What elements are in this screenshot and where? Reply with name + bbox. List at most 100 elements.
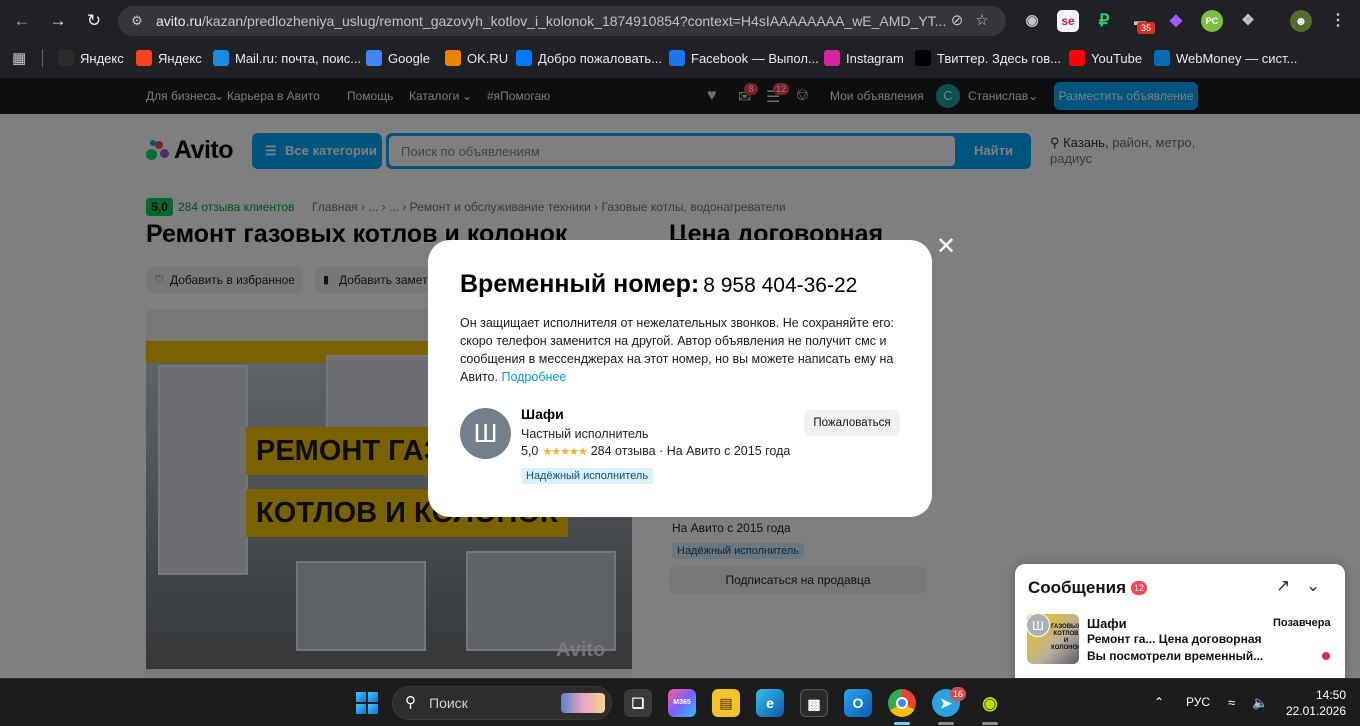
url-host: avito.ru: [156, 13, 202, 29]
se-extension-icon[interactable]: se: [1057, 10, 1079, 32]
bookmark-item[interactable]: Facebook — Выпол...: [669, 49, 819, 67]
tray-chevron-up-icon[interactable]: ⌃: [1154, 695, 1164, 709]
bookmark-label: Mail.ru: почта, поис...: [235, 50, 362, 66]
taskbar-search[interactable]: ⚲ Поиск: [392, 686, 612, 720]
messages-count-badge: 12: [1131, 581, 1148, 595]
volume-icon[interactable]: 🔈: [1252, 695, 1268, 711]
more-info-link[interactable]: Подробнее: [501, 370, 566, 384]
chevron-down-icon[interactable]: ⌄: [1306, 576, 1320, 596]
instagram-icon: [824, 50, 840, 66]
message-thumbnail-text: ГАЗОВЫХ КОТЛОВ И КОЛОНОК: [1051, 624, 1079, 651]
chrome-menu-icon[interactable]: ⋮: [1327, 10, 1349, 32]
chrome-active-indicator: [894, 722, 910, 725]
youtube-icon: [1069, 50, 1085, 66]
temp-phone-number[interactable]: 8 958 404-36-22: [703, 274, 857, 297]
extension-badge: 35: [1137, 22, 1155, 34]
google-icon: [366, 50, 382, 66]
bookmark-item[interactable]: OK.RU: [445, 49, 508, 67]
url-text[interactable]: avito.ru/kazan/predlozheniya_uslug/remon…: [156, 13, 948, 29]
bookmark-label: Твиттер. Здесь гов...: [937, 50, 1061, 66]
bookmark-label: YouTube: [1091, 50, 1143, 66]
ok-icon: [445, 50, 461, 66]
vk-icon: [516, 50, 532, 66]
windows-taskbar: ⚲ Поиск ❏ M365 ▤ e ▩ O ➤ 16 ◉ ⌃ РУС ≈ 🔈 1…: [0, 678, 1360, 726]
wifi-icon[interactable]: ≈: [1228, 695, 1235, 710]
bookmark-label: WebMoney — сист...: [1176, 50, 1298, 66]
system-clock[interactable]: 14:50 22.01.2026: [1282, 687, 1346, 719]
bookmark-item[interactable]: YouTube: [1069, 49, 1142, 67]
browser-toolbar: ← → ↻ ⚙ avito.ru/kazan/predlozheniya_usl…: [0, 0, 1360, 42]
site-settings-icon[interactable]: ⚙: [128, 12, 146, 30]
messages-title: Сообщения: [1028, 578, 1126, 597]
input-language[interactable]: РУС: [1186, 695, 1210, 709]
bookmark-label: Добро пожаловать...: [538, 50, 662, 66]
webmoney-icon: [1154, 50, 1170, 66]
star-rating-icon: ★★★★★: [542, 446, 587, 458]
message-avatar: Ш: [1026, 613, 1050, 637]
reload-icon[interactable]: ↻: [80, 8, 108, 34]
pc-extension-icon[interactable]: PC: [1201, 10, 1223, 32]
bookmark-label: OK.RU: [467, 50, 509, 66]
message-subject[interactable]: Ремонт га... Цена договорная: [1087, 632, 1277, 646]
forward-icon[interactable]: →: [44, 8, 72, 34]
back-icon[interactable]: ←: [8, 8, 36, 34]
message-sender[interactable]: Шафи: [1087, 616, 1127, 631]
bookmark-item[interactable]: Твиттер. Здесь гов...: [915, 49, 1061, 67]
app-active-indicator: [982, 722, 998, 725]
bookmark-item[interactable]: Google: [366, 49, 430, 67]
x-icon: [915, 50, 931, 66]
seller-reviews[interactable]: 284 отзыва · На Авито с 2015 года: [591, 444, 791, 458]
message-date: Позавчера: [1273, 617, 1331, 629]
modal-reliable-badge-label: Надёжный исполнитель: [521, 468, 654, 484]
telegram-active-indicator: [938, 722, 954, 725]
seller-rating: 5,0: [521, 444, 539, 458]
modal-heading: Временный номер: 8 958 404-36-22: [460, 270, 857, 299]
clock-time: 14:50: [1315, 688, 1346, 702]
bookmark-label: Instagram: [846, 50, 904, 66]
bookmark-label: Facebook — Выпол...: [691, 50, 819, 66]
address-bar[interactable]: ⚙ avito.ru/kazan/predlozheniya_uslug/rem…: [118, 6, 1006, 36]
bookmark-item[interactable]: Яндекс: [136, 49, 202, 67]
profile-avatar-icon[interactable]: ☻: [1290, 10, 1312, 32]
complain-button[interactable]: Пожаловаться: [804, 410, 900, 436]
bookmark-label: Google: [388, 50, 430, 66]
seller-avatar[interactable]: Ш: [460, 408, 511, 459]
taskbar-search-label: Поиск: [429, 695, 468, 711]
open-external-icon[interactable]: ↗: [1276, 576, 1290, 596]
facebook-icon: [669, 50, 685, 66]
chrome-icon[interactable]: [888, 689, 916, 717]
eye-off-icon[interactable]: ⊘: [947, 11, 967, 31]
bookmark-item[interactable]: Mail.ru: почта, поис...: [213, 49, 361, 67]
bookmark-item[interactable]: Яндекс: [58, 49, 124, 67]
windows-start-icon[interactable]: [356, 692, 378, 714]
modal-title: Временный номер:: [460, 270, 700, 298]
seller-role: Частный исполнитель: [521, 427, 649, 441]
seller-name[interactable]: Шафи: [521, 406, 564, 422]
task-view-icon[interactable]: ❏: [624, 689, 652, 717]
search-icon: ⚲: [405, 694, 416, 711]
bookmark-star-icon[interactable]: ☆: [972, 11, 992, 31]
diamond-extension-icon[interactable]: ◆: [1165, 10, 1187, 32]
bookmark-label: Яндекс: [158, 50, 202, 66]
clock-date: 22.01.2026: [1285, 704, 1346, 718]
bookmark-label: Яндекс: [80, 50, 124, 66]
apps-grid-icon[interactable]: ▦: [12, 49, 26, 67]
globe-extension-icon[interactable]: ◉: [1021, 10, 1043, 32]
extensions-puzzle-icon[interactable]: ❖: [1237, 10, 1259, 32]
message-preview[interactable]: Вы посмотрели временный...: [1087, 649, 1277, 663]
bookmark-item[interactable]: WebMoney — сист...: [1154, 49, 1297, 67]
app-circle-icon[interactable]: ◉: [976, 689, 1004, 717]
edge-icon[interactable]: e: [756, 689, 784, 717]
bookmark-item[interactable]: Добро пожаловать...: [516, 49, 662, 67]
modal-reliable-badge: Надёжный исполнитель: [521, 466, 654, 484]
file-explorer-icon[interactable]: ▤: [712, 689, 740, 717]
ruble-extension-icon[interactable]: ₽: [1093, 10, 1115, 32]
close-icon[interactable]: ✕: [935, 235, 957, 259]
m365-icon[interactable]: M365: [668, 689, 696, 717]
outlook-icon[interactable]: O: [844, 689, 872, 717]
seller-stats: 5,0 ★★★★★ 284 отзыва · На Авито с 2015 год…: [521, 444, 790, 458]
bookmark-item[interactable]: Instagram: [824, 49, 904, 67]
store-icon[interactable]: ▩: [800, 689, 828, 717]
messages-panel: Сообщения 12 ↗ ⌄ ГАЗОВЫХ КОТЛОВ И КОЛОНО…: [1015, 564, 1345, 678]
url-path: /kazan/predlozheniya_uslug/remont_gazovy…: [201, 13, 947, 29]
